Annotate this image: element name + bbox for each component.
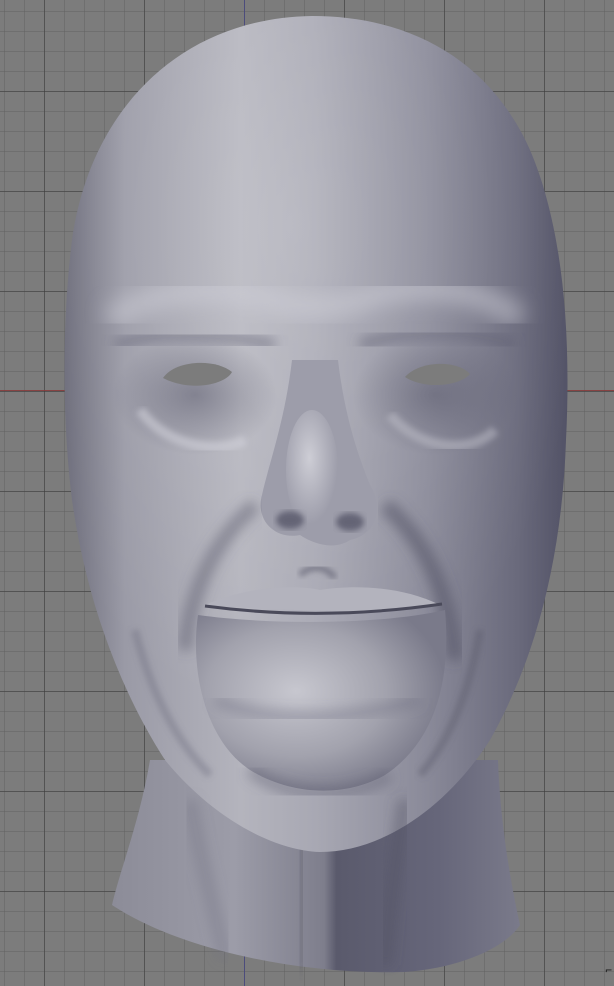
head-mesh[interactable] <box>0 0 614 986</box>
3d-viewport[interactable]: ⌐ <box>0 0 614 986</box>
corner-mark: ⌐ <box>605 964 612 977</box>
